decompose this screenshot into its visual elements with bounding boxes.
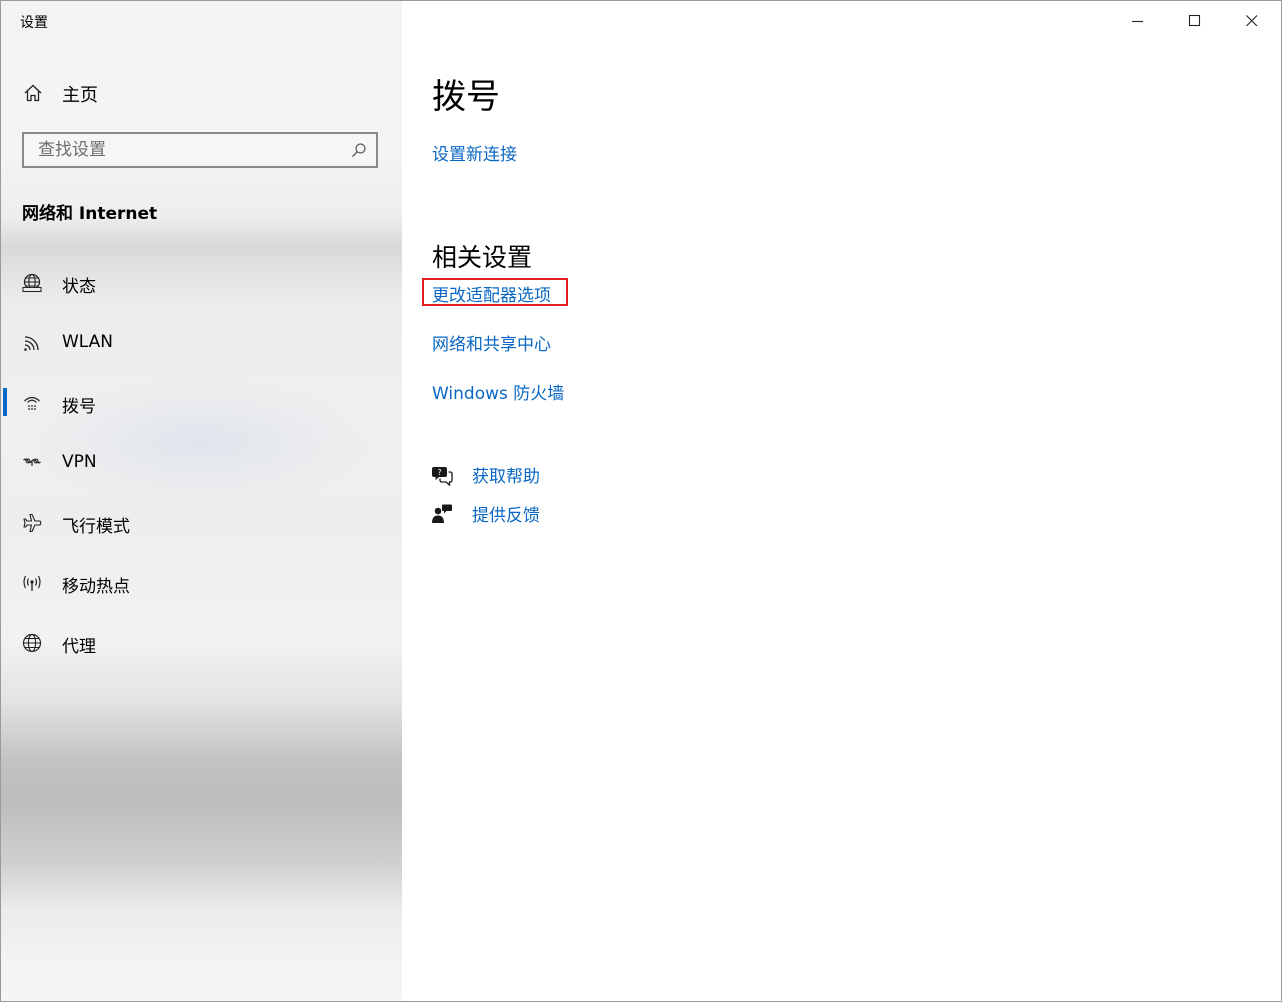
sidebar-item-label: 飞行模式 [62, 517, 130, 537]
main-content: 拨号 设置新连接 相关设置 更改适配器选项 网络和共享中心 Windows 防火… [402, 1, 1281, 1001]
sidebar-item-label: 状态 [62, 277, 96, 297]
page-title: 拨号 [432, 77, 500, 117]
search-input[interactable] [24, 134, 344, 166]
network-sharing-center-link[interactable]: 网络和共享中心 [432, 330, 551, 355]
sidebar-item-label: 移动热点 [62, 577, 130, 597]
section-title: 网络和 Internet [22, 204, 158, 224]
hotspot-icon [22, 573, 42, 593]
home-icon [23, 83, 43, 103]
home-label: 主页 [62, 85, 98, 106]
airplane-icon [22, 513, 42, 533]
feedback-label: 提供反馈 [472, 506, 540, 526]
svg-text:?: ? [437, 468, 441, 477]
maximize-icon [1188, 14, 1201, 27]
minimize-icon [1132, 20, 1143, 23]
sidebar-item-mobile-hotspot[interactable]: 移动热点 [1, 561, 402, 605]
related-settings-title: 相关设置 [432, 243, 533, 272]
sidebar-item-label: 拨号 [62, 397, 96, 417]
setup-new-connection-link[interactable]: 设置新连接 [432, 140, 517, 165]
sidebar-item-label: WLAN [62, 332, 114, 352]
search-box [22, 132, 378, 168]
wifi-icon [22, 333, 42, 353]
get-help-link[interactable]: ? 获取帮助 [431, 462, 731, 490]
maximize-button[interactable] [1167, 1, 1224, 41]
globe-icon [22, 633, 42, 653]
sidebar-item-label: 代理 [62, 637, 96, 657]
feedback-link[interactable]: 提供反馈 [431, 501, 731, 529]
sidebar-item-airplane-mode[interactable]: 飞行模式 [1, 501, 402, 545]
sidebar: 设置 主页 网络和 Internet 状态 WLAN [1, 1, 402, 1001]
change-adapter-options-link[interactable]: 更改适配器选项 [432, 281, 551, 306]
window-controls [1110, 1, 1281, 41]
minimize-button[interactable] [1110, 1, 1167, 41]
settings-window: 设置 主页 网络和 Internet 状态 WLAN [0, 0, 1282, 1002]
feedback-icon [431, 503, 453, 525]
sidebar-item-dialup[interactable]: 拨号 [1, 381, 402, 425]
close-icon [1246, 15, 1258, 27]
app-title: 设置 [20, 15, 48, 31]
sidebar-item-proxy[interactable]: 代理 [1, 621, 402, 665]
windows-firewall-link[interactable]: Windows 防火墙 [432, 379, 564, 404]
sidebar-item-wlan[interactable]: WLAN [1, 321, 402, 365]
help-chat-icon: ? [431, 464, 453, 487]
dialup-icon [22, 393, 42, 413]
sidebar-item-label: VPN [62, 452, 97, 472]
home-button[interactable]: 主页 [1, 73, 402, 113]
close-button[interactable] [1224, 1, 1281, 41]
get-help-label: 获取帮助 [472, 467, 540, 487]
search-icon[interactable] [351, 142, 367, 158]
vpn-icon [22, 453, 42, 473]
sidebar-item-status[interactable]: 状态 [1, 261, 402, 305]
globe-status-icon [22, 273, 42, 293]
selection-indicator [3, 388, 7, 416]
sidebar-item-vpn[interactable]: VPN [1, 441, 402, 485]
